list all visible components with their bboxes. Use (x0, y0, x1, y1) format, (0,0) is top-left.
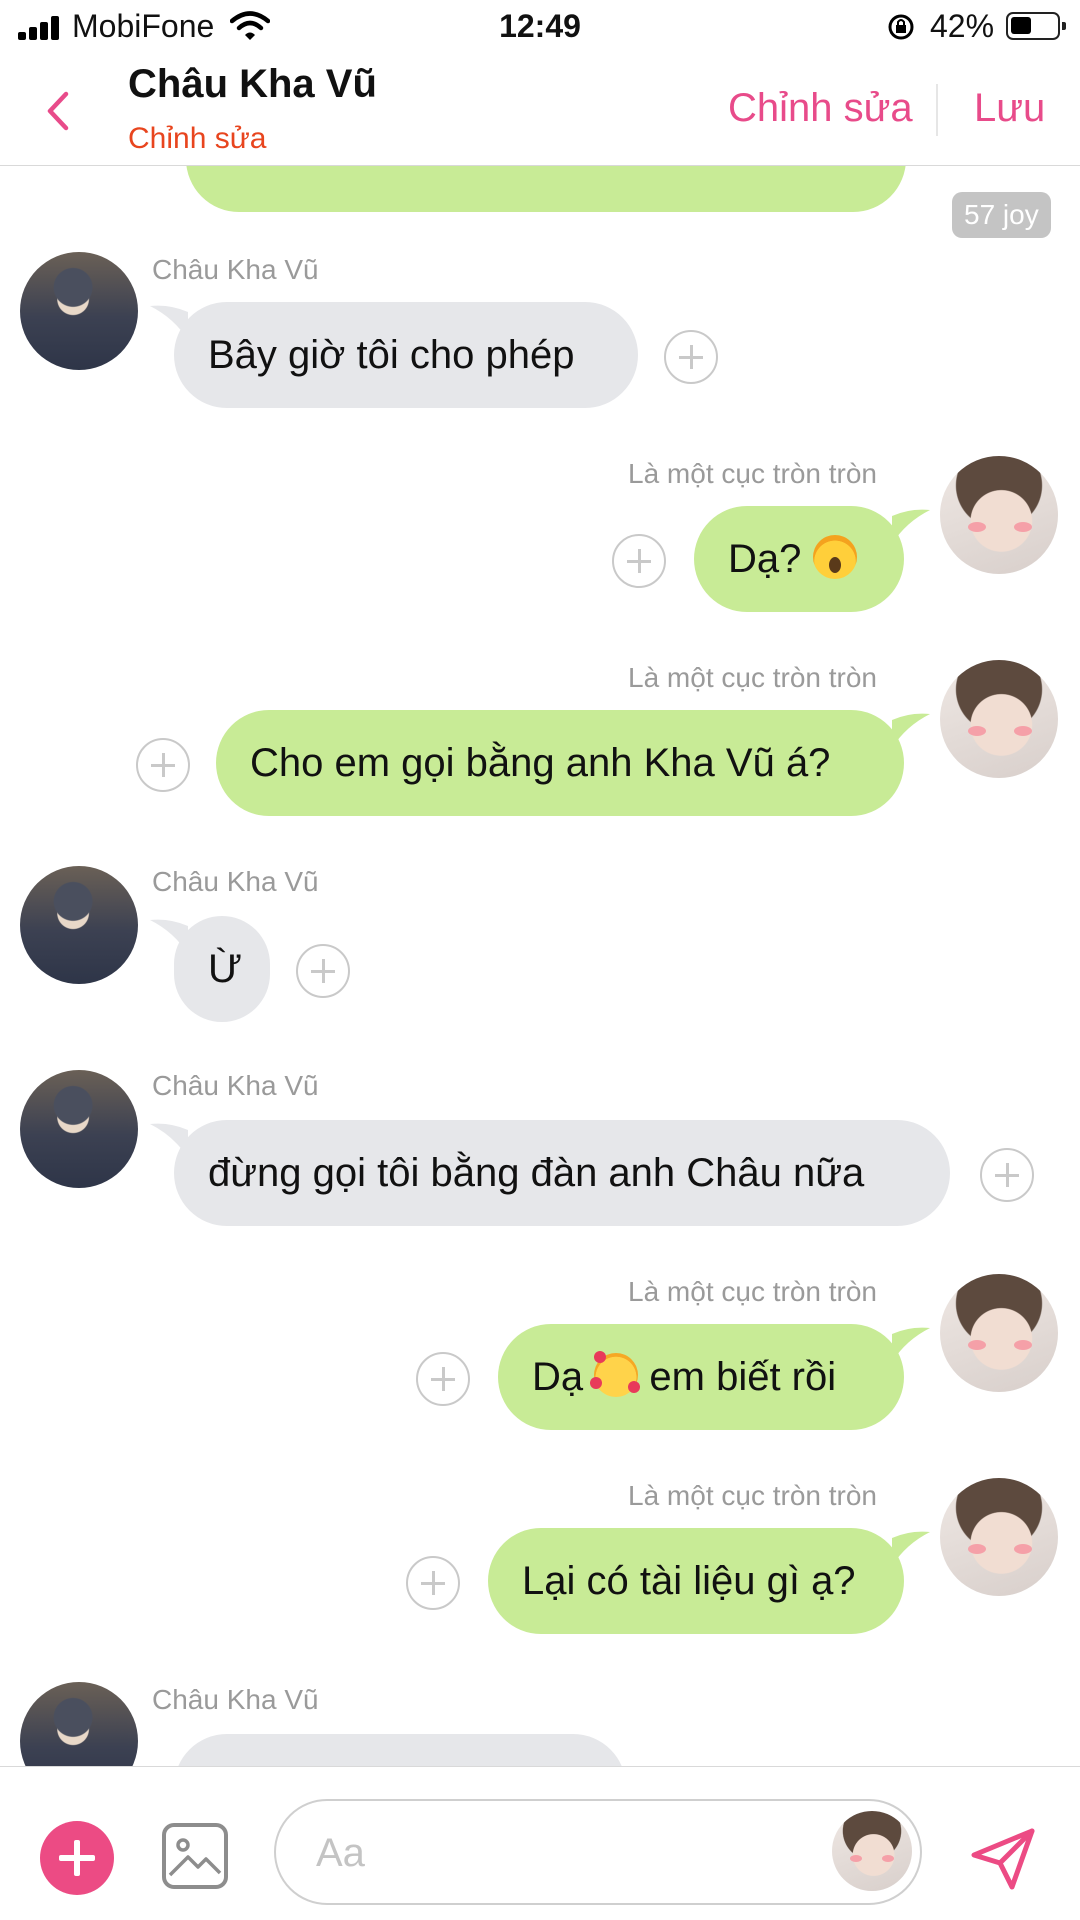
chat-thread[interactable]: 57 joy Châu Kha Vũ Bây giờ tôi cho phép … (0, 166, 1080, 1766)
message-bubble-partial[interactable] (186, 166, 906, 212)
avatar-chau-kha-vu[interactable] (20, 1070, 138, 1188)
message-text: Dạ? (728, 537, 802, 581)
sender-name: Là một cục tròn tròn (628, 1480, 878, 1511)
bubble-tail (892, 509, 930, 544)
message-input[interactable] (316, 1821, 836, 1885)
title-edit-subtitle[interactable]: Chỉnh sửa (128, 122, 267, 156)
send-icon[interactable] (966, 1821, 1040, 1895)
battery-icon (1006, 12, 1066, 40)
message-bubble[interactable]: Ừ (174, 916, 270, 1022)
bubble-tail (892, 713, 930, 748)
bubble-tail (892, 1327, 930, 1362)
sender-name: Châu Kha Vũ (152, 254, 319, 285)
react-add-icon[interactable] (136, 738, 190, 792)
avatar-chau-kha-vu[interactable] (20, 1682, 138, 1766)
message-text-after: em biết rồi (649, 1355, 837, 1399)
message-text: đừng gọi tôi bằng đàn anh Châu nữa (208, 1151, 865, 1195)
header-divider (936, 84, 938, 136)
message-bubble-partial[interactable] (174, 1734, 626, 1766)
react-add-icon[interactable] (664, 330, 718, 384)
react-add-icon[interactable] (296, 944, 350, 998)
react-add-icon[interactable] (416, 1352, 470, 1406)
avatar-me[interactable] (940, 456, 1058, 574)
composer-bar (0, 1766, 1080, 1920)
screaming-face-emoji-icon (812, 535, 857, 580)
add-icon[interactable] (40, 1821, 114, 1895)
avatar-me[interactable] (940, 660, 1058, 778)
message-text: Bây giờ tôi cho phép (208, 333, 575, 377)
sender-name: Châu Kha Vũ (152, 1070, 319, 1101)
save-button[interactable]: Lưu (974, 86, 1045, 131)
image-icon[interactable] (162, 1823, 228, 1889)
chat-header: Châu Kha Vũ Chỉnh sửa Chỉnh sửa Lưu (0, 56, 1080, 166)
rotation-lock-icon (888, 14, 914, 40)
bubble-tail (892, 1531, 930, 1566)
avatar-me[interactable] (940, 1478, 1058, 1596)
sender-name: Là một cục tròn tròn (628, 1276, 878, 1307)
react-add-icon[interactable] (980, 1148, 1034, 1202)
sender-switch-avatar[interactable] (832, 1811, 912, 1891)
avatar-chau-kha-vu[interactable] (20, 866, 138, 984)
status-bar: MobiFone 12:49 42% (0, 0, 1080, 56)
back-chevron-icon[interactable] (38, 86, 78, 136)
message-text: Ừ (208, 947, 243, 991)
message-text: Lại có tài liệu gì ạ? (522, 1559, 856, 1603)
react-add-icon[interactable] (406, 1556, 460, 1610)
joy-badge: 57 joy (952, 192, 1051, 238)
avatar-me[interactable] (940, 1274, 1058, 1392)
message-bubble[interactable]: Bây giờ tôi cho phép (174, 302, 638, 408)
sender-name: Là một cục tròn tròn (628, 458, 878, 489)
message-text: Cho em gọi bằng anh Kha Vũ á? (250, 741, 831, 785)
message-text-before: Dạ (532, 1355, 584, 1399)
clock: 12:49 (499, 8, 581, 44)
react-add-icon[interactable] (612, 534, 666, 588)
sender-name: Châu Kha Vũ (152, 866, 319, 897)
battery-percent: 42% (930, 8, 995, 44)
message-input-wrapper[interactable] (274, 1799, 922, 1905)
message-bubble[interactable]: đừng gọi tôi bằng đàn anh Châu nữa (174, 1120, 950, 1226)
message-bubble[interactable]: Dạ em biết rồi (498, 1324, 904, 1430)
message-bubble[interactable]: Lại có tài liệu gì ạ? (488, 1528, 904, 1634)
message-bubble[interactable]: Dạ? (694, 506, 904, 612)
smiling-face-with-hearts-emoji-icon (590, 1353, 639, 1398)
message-bubble[interactable]: Cho em gọi bằng anh Kha Vũ á? (216, 710, 904, 816)
edit-button[interactable]: Chỉnh sửa (728, 86, 913, 131)
avatar-chau-kha-vu[interactable] (20, 252, 138, 370)
sender-name: Châu Kha Vũ (152, 1684, 319, 1715)
page-title: Châu Kha Vũ (128, 62, 377, 106)
sender-name: Là một cục tròn tròn (628, 662, 878, 693)
